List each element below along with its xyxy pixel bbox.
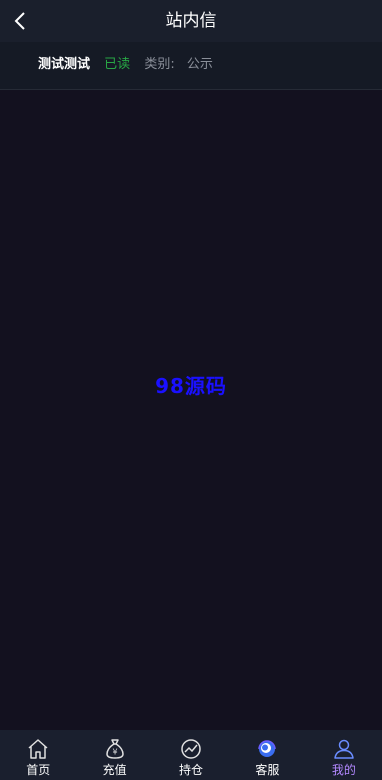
- bottom-tab-bar: 首页 ¥ 充值 持仓 客服 我的: [0, 730, 382, 780]
- page-title: 站内信: [165, 11, 217, 31]
- top-bar: 站内信: [0, 0, 382, 42]
- chart-icon: [181, 739, 201, 759]
- category-label: 类别:: [144, 57, 175, 72]
- tab-home-label: 首页: [26, 763, 51, 777]
- tab-support[interactable]: 客服: [229, 730, 305, 780]
- tab-mine[interactable]: 我的: [306, 730, 382, 780]
- support-icon: [258, 740, 277, 757]
- tab-positions[interactable]: 持仓: [153, 730, 229, 780]
- category-value: 公示: [186, 57, 213, 72]
- home-icon: [28, 739, 48, 759]
- tab-positions-label: 持仓: [179, 763, 204, 777]
- tab-support-label: 客服: [255, 763, 280, 777]
- message-info-bar: 测试测试 已读 类别: 公示: [0, 42, 382, 90]
- tab-recharge[interactable]: ¥ 充值: [76, 730, 152, 780]
- tab-mine-label: 我的: [331, 763, 356, 777]
- tab-home[interactable]: 首页: [0, 730, 76, 780]
- money-bag-icon: ¥: [105, 739, 124, 759]
- tab-recharge-label: 充值: [102, 763, 127, 777]
- svg-text:¥: ¥: [112, 748, 117, 757]
- watermark-text: 98源码: [155, 374, 227, 398]
- message-content: 98源码: [0, 90, 382, 730]
- message-status: 已读: [104, 57, 131, 72]
- message-title: 测试测试: [38, 57, 91, 72]
- user-icon: [334, 739, 354, 759]
